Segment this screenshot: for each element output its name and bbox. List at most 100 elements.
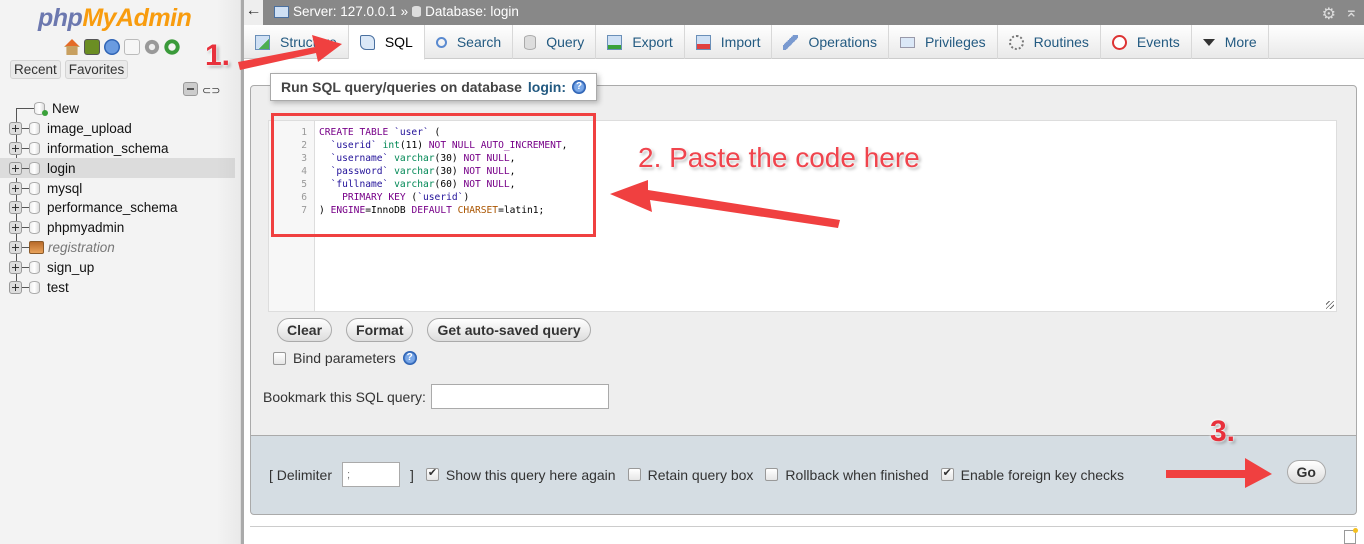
database-icon [29, 201, 40, 215]
tree-item-image-upload[interactable]: image_upload [0, 119, 235, 139]
collapse-sidebar-button[interactable]: ← [244, 0, 263, 25]
legend-database-link[interactable]: login: [528, 79, 566, 95]
tree-item-login[interactable]: login [0, 158, 235, 179]
expand-icon[interactable] [9, 141, 22, 155]
help-icon[interactable]: ? [572, 80, 587, 94]
breadcrumb-database[interactable]: Database: login [425, 4, 519, 19]
option-show-this-query-here-again[interactable]: Show this query here again [425, 466, 616, 483]
settings-gear-icon[interactable]: ⚙ [1322, 4, 1336, 24]
go-button[interactable]: Go [1286, 460, 1326, 484]
breadcrumb-bar: ← Server: 127.0.0.1 » Database: login ⚙ … [244, 0, 1364, 25]
help-icon[interactable]: ? [402, 351, 417, 365]
tree-item-mysql[interactable]: mysql [0, 178, 235, 198]
tab-operations[interactable]: Operations [772, 25, 889, 59]
database-icon [29, 280, 40, 294]
tree-item-label[interactable]: registration [48, 240, 115, 255]
database-icon [29, 260, 40, 274]
tab-structure[interactable]: Structure [244, 25, 349, 59]
expand-icon[interactable] [9, 260, 22, 274]
tree-connector [22, 167, 29, 169]
database-icon [29, 240, 44, 254]
scroll-top-icon[interactable]: ⌅ [1345, 2, 1358, 22]
expand-icon[interactable] [9, 122, 22, 136]
tree-item-performance-schema[interactable]: performance_schema [0, 198, 235, 218]
tab-label: Import [720, 34, 761, 50]
option-checkbox[interactable] [765, 468, 779, 481]
tree-item-New[interactable]: New [0, 99, 235, 119]
annotation-step2: 2. Paste the code here [638, 142, 920, 173]
link-with-main-icon[interactable]: ⊂⊃ [202, 84, 220, 97]
expand-icon[interactable] [9, 161, 22, 175]
bookmark-input[interactable] [430, 384, 609, 409]
tree-item-label[interactable]: mysql [47, 181, 82, 196]
tab-query[interactable]: Query [513, 25, 597, 59]
expand-icon[interactable] [9, 201, 22, 215]
expand-icon[interactable] [9, 181, 22, 195]
structure-icon [255, 34, 270, 50]
database-icon [412, 6, 422, 17]
tree-item-test[interactable]: test [0, 277, 235, 297]
option-checkbox[interactable] [940, 466, 954, 481]
logout-icon[interactable] [84, 39, 100, 55]
sql-query-legend: Run SQL query/queries on database login:… [270, 73, 598, 101]
reload-icon[interactable] [164, 39, 180, 55]
docs-icon[interactable] [124, 39, 140, 55]
tab-label: SQL [384, 34, 413, 50]
phpmyadmin-logo[interactable]: phpMyAdmin [38, 4, 192, 33]
tree-item-phpmyadmin[interactable]: phpmyadmin [0, 218, 235, 238]
option-checkbox[interactable] [627, 468, 641, 481]
expand-icon[interactable] [9, 280, 22, 294]
tree-connector [22, 286, 29, 288]
option-retain-query-box[interactable]: Retain query box [627, 467, 753, 483]
option-checkbox[interactable] [425, 466, 439, 481]
tree-item-sign-up[interactable]: sign_up [0, 257, 235, 277]
delimiter-close: ] [410, 466, 414, 483]
help-icon[interactable] [104, 39, 120, 55]
tree-item-label[interactable]: image_upload [47, 121, 132, 136]
recent-button[interactable]: Recent [10, 60, 61, 79]
privileges-icon [899, 36, 915, 48]
favorites-button[interactable]: Favorites [64, 60, 129, 79]
breadcrumb-separator: » [400, 4, 409, 19]
tab-events[interactable]: Events [1101, 25, 1192, 59]
bind-parameters-checkbox[interactable] [273, 351, 286, 365]
collapse-all-icon[interactable] [183, 82, 198, 96]
get-auto-saved-query-button[interactable]: Get auto-saved query [427, 318, 591, 342]
tree-item-label[interactable]: New [52, 101, 79, 116]
tree-item-registration[interactable]: registration [0, 238, 235, 258]
tab-label: Structure [280, 34, 337, 50]
expand-icon[interactable] [9, 221, 22, 235]
expand-icon[interactable] [9, 240, 22, 254]
clear-button[interactable]: Clear [277, 318, 333, 342]
tree-item-label[interactable]: phpmyadmin [47, 220, 124, 235]
tab-sql[interactable]: SQL [348, 25, 425, 60]
option-rollback-when-finished[interactable]: Rollback when finished [765, 467, 929, 483]
export-icon [607, 34, 623, 50]
tree-item-label[interactable]: information_schema [47, 141, 169, 156]
option-enable-foreign-key-checks[interactable]: Enable foreign key checks [940, 466, 1124, 483]
database-icon [29, 181, 40, 195]
tree-item-label[interactable]: login [47, 161, 76, 176]
tab-routines[interactable]: Routines [998, 25, 1101, 59]
import-icon [695, 34, 711, 50]
option-label: Show this query here again [445, 466, 616, 483]
settings-icon[interactable] [144, 39, 160, 55]
console-icon[interactable] [1344, 528, 1358, 544]
tab-export[interactable]: Export [596, 25, 685, 59]
tree-connector [22, 207, 29, 209]
tab-search[interactable]: Search [425, 25, 514, 59]
tree-item-label[interactable]: test [47, 280, 69, 295]
home-icon[interactable] [64, 39, 80, 55]
more-icon [1202, 38, 1215, 46]
tab-more[interactable]: More [1192, 25, 1269, 59]
delimiter-input[interactable]: ; [342, 462, 401, 487]
tree-item-label[interactable]: sign_up [47, 260, 94, 275]
tab-privileges[interactable]: Privileges [889, 25, 998, 59]
tree-item-information-schema[interactable]: information_schema [0, 139, 235, 159]
tab-label: Export [632, 34, 673, 50]
tree-item-label[interactable]: performance_schema [47, 200, 178, 215]
tab-import[interactable]: Import [685, 25, 773, 59]
format-button[interactable]: Format [346, 318, 414, 342]
editor-resize-handle[interactable] [1326, 301, 1334, 309]
breadcrumb-server[interactable]: Server: 127.0.0.1 [293, 4, 397, 19]
